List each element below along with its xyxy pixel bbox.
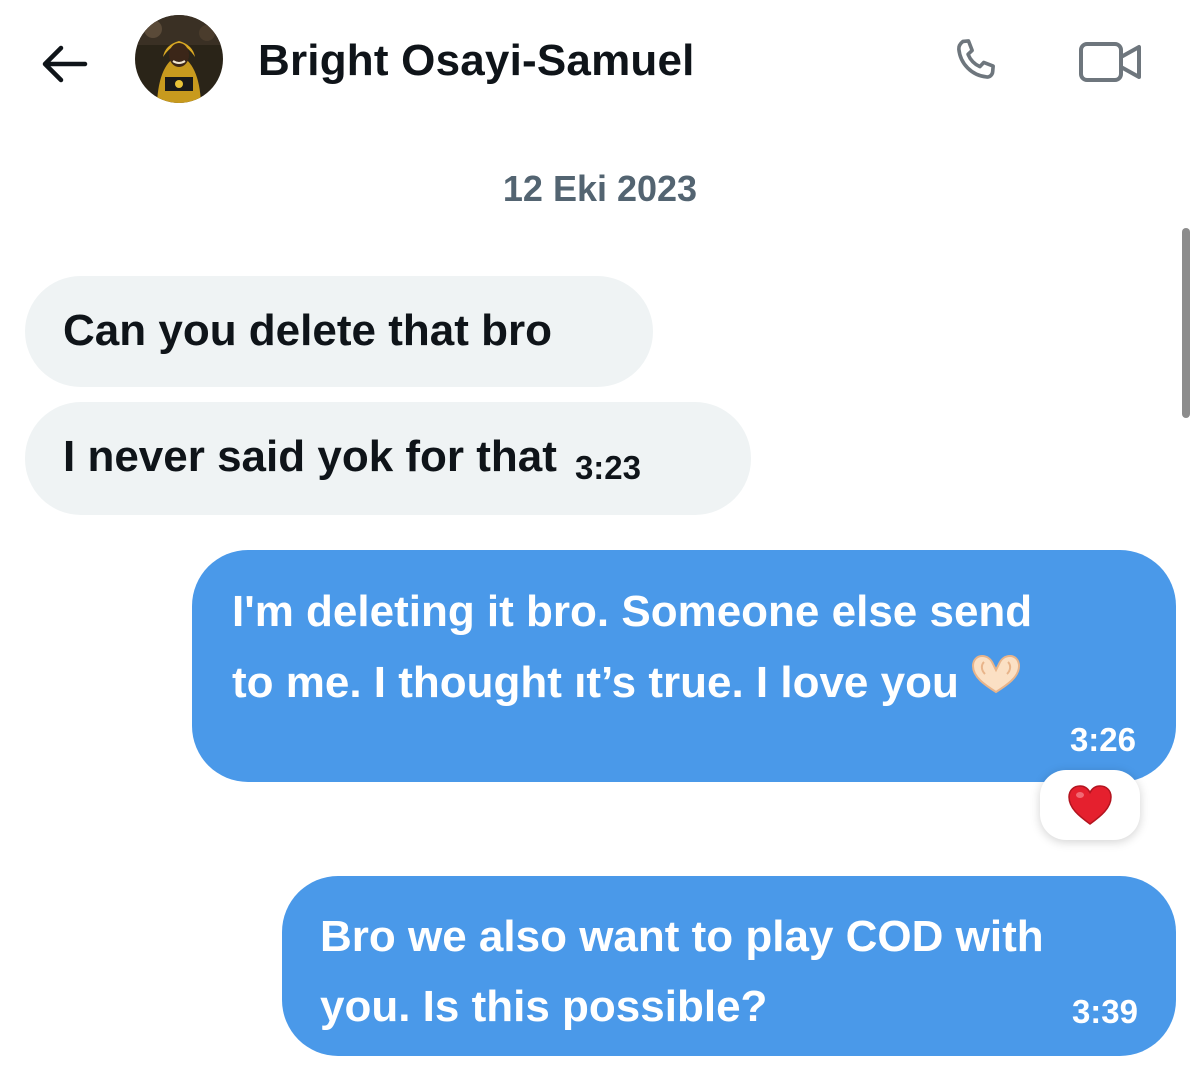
- message-timestamp: 3:26: [1069, 721, 1136, 758]
- message-text-line: Bro we also want to play COD with: [320, 912, 1044, 961]
- message-timestamp: 3:23: [574, 449, 641, 486]
- avatar-image: [135, 15, 223, 103]
- date-divider: 12 Eki 2023: [502, 168, 698, 209]
- back-button[interactable]: [38, 38, 90, 90]
- heart-hands-emoji-icon: [967, 646, 1025, 717]
- incoming-message[interactable]: Can you delete that bro: [25, 276, 653, 387]
- message-text: Can you delete that bro: [63, 306, 552, 355]
- conversation-header: Bright Osayi-Samuel: [0, 0, 1200, 150]
- avatar[interactable]: [135, 15, 223, 103]
- incoming-message[interactable]: I never said yok for that 3:23: [25, 402, 751, 515]
- outgoing-message[interactable]: I'm deleting it bro. Someone else send t…: [192, 550, 1176, 782]
- video-call-button[interactable]: [1076, 32, 1146, 92]
- outgoing-message[interactable]: Bro we also want to play COD with you. I…: [282, 876, 1176, 1056]
- video-camera-icon: [1079, 42, 1141, 82]
- phone-icon: [957, 39, 995, 79]
- red-heart-icon: [1068, 785, 1112, 825]
- message-text-line: I'm deleting it bro. Someone else send: [232, 587, 1033, 636]
- message-text-line: to me. I thought ıt’s true. I love you: [232, 658, 959, 707]
- call-button[interactable]: [944, 32, 1008, 92]
- message-text: I never said yok for that: [63, 432, 557, 481]
- message-timestamp: 3:39: [1071, 993, 1138, 1030]
- scrollbar[interactable]: [1182, 228, 1190, 418]
- message-reaction[interactable]: [1040, 770, 1140, 840]
- contact-name[interactable]: Bright Osayi-Samuel: [258, 36, 695, 86]
- message-text-line-wrap: to me. I thought ıt’s true. I love you: [232, 647, 1146, 721]
- message-text-line: you. Is this possible?: [320, 982, 768, 1031]
- arrow-left-icon: [42, 45, 88, 83]
